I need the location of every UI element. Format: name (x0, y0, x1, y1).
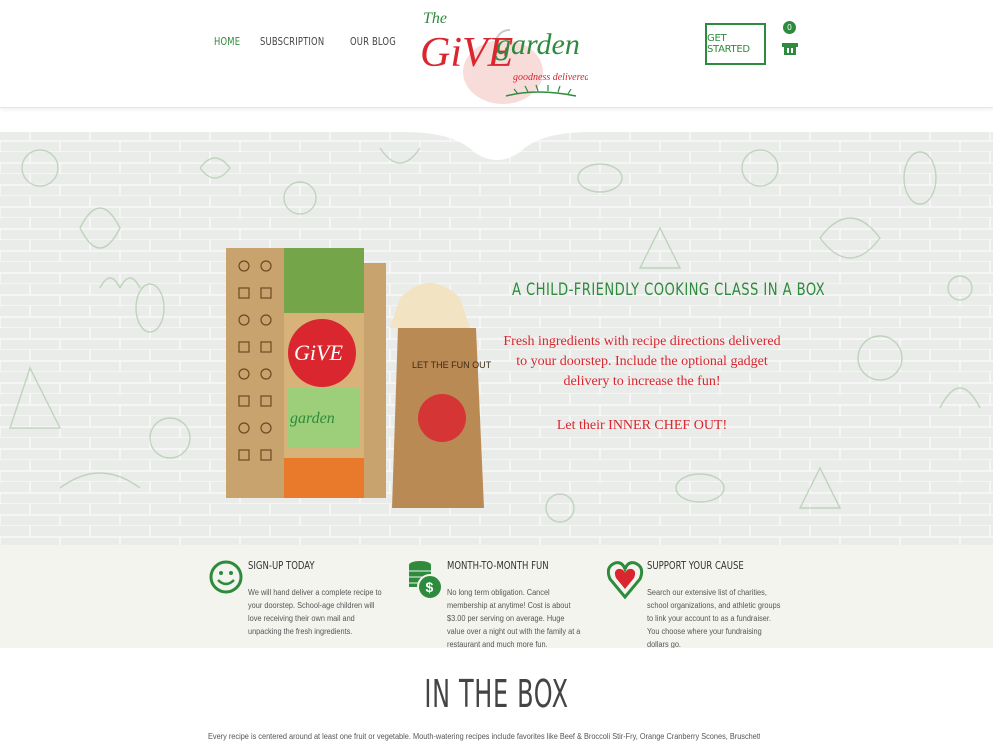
heart-icon (607, 561, 644, 600)
feature-support-cause-text: Search our extensive list of charities, … (647, 588, 781, 648)
hero-description: Fresh ingredients with recipe directions… (503, 334, 781, 389)
nav-home[interactable]: HOME (214, 35, 240, 48)
nav-our-blog[interactable]: OUR BLOG (350, 35, 396, 48)
features-section: SIGN-UP TODAY We will hand deliver a com… (0, 545, 993, 648)
hero-section: GiVE garden LET THE FUN OUT A CHILD-FRIE… (0, 108, 993, 545)
in-the-box-section: IN THE BOX Every recipe is centered arou… (0, 648, 993, 744)
hero-tagline: Let their INNER CHEF OUT! (556, 418, 728, 433)
product-box-and-bag-image: GiVE garden LET THE FUN OUT (226, 248, 492, 508)
svg-text:$: $ (426, 579, 434, 595)
logo-tagline: goodness delivered (513, 72, 588, 83)
in-the-box-heading: IN THE BOX (424, 672, 569, 716)
in-the-box-text: Every recipe is centered around at least… (208, 732, 760, 741)
bag-text: LET THE FUN OUT (412, 360, 492, 370)
smiley-icon (209, 560, 243, 594)
header-notch (0, 108, 993, 160)
logo-the: The (423, 10, 447, 27)
logo-garden: garden (496, 28, 580, 61)
feature-month-to-month-text: No long term obligation. Cancel membersh… (447, 588, 581, 648)
box-garden-text: garden (290, 410, 335, 427)
veggie-brick-background (0, 108, 993, 545)
give-garden-logo[interactable]: The GiVE garden goodness delivered (418, 4, 588, 104)
coins-icon: $ (409, 561, 443, 600)
nav-subscription[interactable]: SUBSCRIPTION (260, 35, 324, 48)
main-nav: HOME SUBSCRIPTION OUR BLOG (214, 35, 405, 48)
feature-signup-title: SIGN-UP TODAY (248, 559, 315, 572)
hero-title: A CHILD-FRIENDLY COOKING CLASS IN A BOX (512, 280, 826, 300)
feature-signup-text: We will hand deliver a complete recipe t… (248, 588, 382, 636)
feature-support-cause-title: SUPPORT YOUR CAUSE (647, 559, 744, 572)
site-header: HOME SUBSCRIPTION OUR BLOG The GiVE gard… (0, 0, 993, 108)
box-give-text: GiVE (294, 340, 343, 365)
cart-count-badge: 0 (783, 21, 796, 34)
feature-month-to-month-title: MONTH-TO-MONTH FUN (447, 559, 549, 572)
get-started-button[interactable]: GET STARTED (705, 23, 766, 65)
